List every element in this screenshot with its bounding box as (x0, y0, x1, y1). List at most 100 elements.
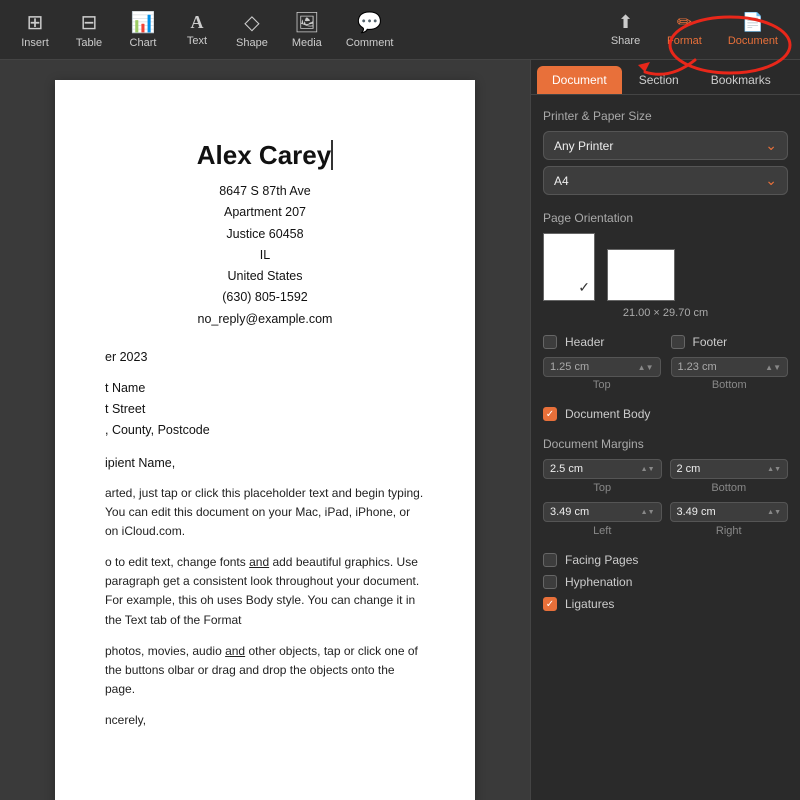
margin-right-value: 3.49 cm (677, 506, 716, 518)
dropdown-arrow-icon: ⌄ (765, 137, 777, 154)
footer-spinner[interactable]: ▲▼ (765, 363, 781, 372)
margins-grid: 2.5 cm ▲▼ Top 2 cm ▲▼ Bottom (543, 459, 788, 537)
format-icon: ✏ (677, 12, 692, 33)
orientation-section: Page Orientation ✓ 21.00 × 29.70 cm (543, 211, 788, 319)
panel-tabs: Document Section Bookmarks (531, 60, 800, 95)
printer-section: Printer & Paper Size Any Printer ⌄ A4 ⌄ (543, 109, 788, 195)
doc-date: er 2023 (105, 350, 425, 364)
doc-body-section: ✓ Document Body (543, 407, 788, 421)
printer-value: Any Printer (554, 139, 613, 153)
margin-bottom: 2 cm ▲▼ Bottom (670, 459, 789, 494)
chart-label: Chart (130, 37, 157, 49)
header-value: 1.25 cm (550, 361, 589, 373)
printer-section-label: Printer & Paper Size (543, 109, 788, 123)
facing-pages-section: Facing Pages Hyphenation ✓ Ligatures (543, 553, 788, 611)
toolbar-comment[interactable]: 💬 Comment (336, 6, 404, 53)
orientation-portrait-wrapper: ✓ (543, 233, 595, 301)
facing-pages-row: Facing Pages (543, 553, 788, 567)
panel-content: Printer & Paper Size Any Printer ⌄ A4 ⌄ … (531, 95, 800, 800)
margins-section: Document Margins 2.5 cm ▲▼ Top 2 cm ▲▼ (543, 437, 788, 537)
contact-address: 8647 S 87th Ave Apartment 207 Justice 60… (105, 181, 425, 330)
margin-right: 3.49 cm ▲▼ Right (670, 502, 789, 537)
toolbar-shape[interactable]: ◇ Shape (226, 6, 278, 53)
document-icon: 📄 (742, 12, 764, 33)
header-footer-row: Header 1.25 cm ▲▼ Top Footer (543, 335, 788, 391)
doc-salutation: ipient Name, (105, 456, 425, 470)
share-icon: ⬆ (618, 12, 633, 33)
orientation-size: 21.00 × 29.70 cm (543, 307, 788, 319)
doc-body-row: ✓ Document Body (543, 407, 788, 421)
doc-body-checkbox[interactable]: ✓ (543, 407, 557, 421)
margins-label: Document Margins (543, 437, 788, 451)
landscape-button[interactable] (607, 249, 675, 301)
margin-left-spinner[interactable]: ▲▼ (641, 509, 655, 516)
toolbar-insert[interactable]: ⊞ Insert (10, 6, 60, 53)
toolbar-media[interactable]: 🖼 Media (282, 6, 332, 53)
orientation-label: Page Orientation (543, 211, 788, 225)
footer-checkbox-row: Footer (671, 335, 789, 349)
table-label: Table (76, 37, 102, 49)
margin-bottom-value: 2 cm (677, 463, 701, 475)
doc-body: arted, just tap or click this placeholde… (105, 484, 425, 731)
format-label: Format (667, 35, 702, 47)
toolbar-share[interactable]: ⬆ Share (598, 8, 653, 51)
hyphenation-row: Hyphenation (543, 575, 788, 589)
ligatures-label: Ligatures (565, 597, 614, 611)
toolbar-right: ⬆ Share ✏ Format 📄 Document (598, 8, 790, 51)
shape-label: Shape (236, 37, 268, 49)
footer-label: Footer (693, 335, 728, 349)
footer-item: Footer 1.23 cm ▲▼ Bottom (671, 335, 789, 391)
margin-top: 2.5 cm ▲▼ Top (543, 459, 662, 494)
hyphenation-checkbox[interactable] (543, 575, 557, 589)
facing-pages-checkbox[interactable] (543, 553, 557, 567)
margin-left: 3.49 cm ▲▼ Left (543, 502, 662, 537)
right-panel: Document Section Bookmarks Printer & Pap… (530, 60, 800, 800)
doc-recipient: t Name t Street , County, Postcode (105, 378, 425, 442)
portrait-button[interactable]: ✓ (543, 233, 595, 301)
ligatures-checkbox[interactable]: ✓ (543, 597, 557, 611)
comment-icon: 💬 (357, 10, 382, 35)
toolbar-text[interactable]: A Text (172, 8, 222, 51)
paper-value: A4 (554, 174, 569, 188)
insert-label: Insert (21, 37, 49, 49)
share-label: Share (611, 35, 640, 47)
margin-right-spinner[interactable]: ▲▼ (767, 509, 781, 516)
text-label: Text (187, 35, 207, 47)
header-label: Header (565, 335, 604, 349)
margin-bottom-input[interactable]: 2 cm ▲▼ (670, 459, 789, 479)
toolbar-table[interactable]: ⊟ Table (64, 6, 114, 53)
toolbar-format[interactable]: ✏ Format (655, 8, 714, 51)
header-sublabel: Top (543, 379, 661, 391)
tab-bookmarks[interactable]: Bookmarks (696, 66, 786, 94)
margin-top-label: Top (543, 482, 662, 494)
margin-bottom-spinner[interactable]: ▲▼ (767, 466, 781, 473)
toolbar: ⊞ Insert ⊟ Table 📊 Chart A Text ◇ Shape … (0, 0, 800, 60)
orientation-landscape-wrapper (607, 249, 675, 301)
header-item: Header 1.25 cm ▲▼ Top (543, 335, 661, 391)
hyphenation-label: Hyphenation (565, 575, 632, 589)
document-label: Document (728, 35, 778, 47)
margin-right-label: Right (670, 525, 789, 537)
printer-dropdown[interactable]: Any Printer ⌄ (543, 131, 788, 160)
tab-document[interactable]: Document (537, 66, 622, 94)
margin-right-input[interactable]: 3.49 cm ▲▼ (670, 502, 789, 522)
ligatures-row: ✓ Ligatures (543, 597, 788, 611)
tab-section[interactable]: Section (624, 66, 694, 94)
margin-left-label: Left (543, 525, 662, 537)
margin-left-input[interactable]: 3.49 cm ▲▼ (543, 502, 662, 522)
toolbar-document[interactable]: 📄 Document (716, 8, 790, 51)
footer-checkbox[interactable] (671, 335, 685, 349)
toolbar-chart[interactable]: 📊 Chart (118, 6, 168, 53)
header-checkbox[interactable] (543, 335, 557, 349)
footer-input[interactable]: 1.23 cm ▲▼ (671, 357, 789, 377)
comment-label: Comment (346, 37, 394, 49)
header-spinner[interactable]: ▲▼ (638, 363, 654, 372)
margin-bottom-label: Bottom (670, 482, 789, 494)
chart-icon: 📊 (131, 10, 156, 35)
cursor (331, 140, 333, 170)
insert-icon: ⊞ (27, 10, 44, 35)
margin-top-input[interactable]: 2.5 cm ▲▼ (543, 459, 662, 479)
margin-top-spinner[interactable]: ▲▼ (641, 466, 655, 473)
paper-dropdown[interactable]: A4 ⌄ (543, 166, 788, 195)
header-input[interactable]: 1.25 cm ▲▼ (543, 357, 661, 377)
